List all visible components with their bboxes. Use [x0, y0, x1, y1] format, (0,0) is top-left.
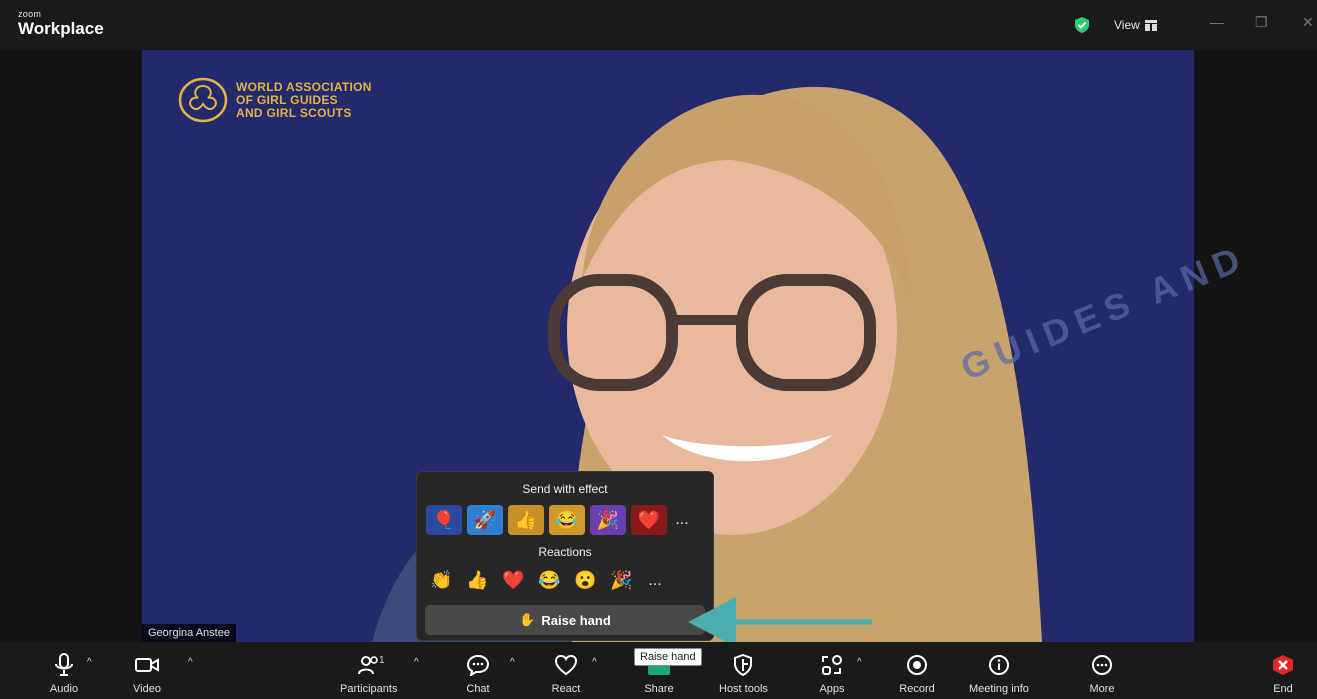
record-label: Record: [899, 683, 935, 695]
host-tools-button[interactable]: Host tools: [719, 642, 768, 699]
logo-line-2: OF GIRL GUIDES: [236, 92, 338, 107]
grid-view-icon: [1144, 19, 1157, 31]
end-button[interactable]: End: [1263, 642, 1303, 699]
chat-options-caret[interactable]: ^: [510, 657, 515, 668]
surprised-reaction-button[interactable]: 😮: [573, 568, 598, 593]
logo-text: WORLD ASSOCIATION OF GIRL GUIDES AND GIR…: [236, 79, 372, 120]
reactions-popup: Send with effect 🎈 🚀 👍 😂 🎉 ❤️ ... Reacti…: [416, 471, 714, 641]
video-button[interactable]: Video: [127, 642, 167, 699]
react-button[interactable]: React: [546, 642, 586, 699]
participants-label: Participants: [340, 683, 398, 695]
meeting-info-label: Meeting info: [969, 683, 1029, 695]
heart-effect-button[interactable]: ❤️: [631, 505, 667, 535]
react-label: React: [551, 683, 581, 695]
raise-hand-label: Raise hand: [541, 612, 611, 628]
reactions-row: 👏 👍 ❤️ 😂 😮 🎉 ...: [429, 568, 665, 593]
record-icon: [907, 655, 927, 675]
title-bar: zoom Workplace View — ❐ ✕: [0, 0, 1317, 50]
thumbs-up-effect-button[interactable]: 👍: [508, 505, 544, 535]
participant-count: 1: [379, 655, 385, 666]
video-options-caret[interactable]: ^: [188, 657, 193, 668]
more-label: More: [1089, 683, 1115, 695]
thumbs-up-reaction-button[interactable]: 👍: [465, 568, 490, 593]
react-options-caret[interactable]: ^: [592, 657, 597, 668]
view-button[interactable]: View: [1114, 18, 1157, 32]
end-label: End: [1273, 683, 1293, 695]
audio-button[interactable]: Audio: [44, 642, 84, 699]
wagggs-logo: WORLD ASSOCIATION OF GIRL GUIDES AND GIR…: [178, 77, 372, 123]
clap-reaction-button[interactable]: 👏: [429, 568, 454, 593]
shield-check-icon[interactable]: [1073, 16, 1091, 34]
party-effect-button[interactable]: 🎉: [590, 505, 626, 535]
participants-options-caret[interactable]: ^: [414, 657, 419, 668]
more-reactions-button[interactable]: ...: [645, 572, 665, 590]
microphone-icon: [55, 653, 73, 676]
brand-small: zoom: [18, 9, 42, 19]
restore-icon[interactable]: ❐: [1255, 14, 1268, 31]
balloon-effect-button[interactable]: 🎈: [426, 505, 462, 535]
apps-label: Apps: [819, 683, 845, 695]
logo-line-1: WORLD ASSOCIATION: [236, 79, 372, 94]
heart-outline-icon: [554, 654, 578, 676]
more-effects-button[interactable]: ...: [672, 511, 692, 529]
host-tools-label: Host tools: [719, 683, 768, 695]
record-button[interactable]: Record: [897, 642, 937, 699]
apps-options-caret[interactable]: ^: [857, 657, 862, 668]
info-icon: [988, 655, 1009, 675]
logo-line-3: AND GIRL SCOUTS: [236, 105, 352, 120]
raised-hand-icon: ✋: [519, 612, 536, 627]
laugh-reaction-button[interactable]: 😂: [537, 568, 562, 593]
audio-options-caret[interactable]: ^: [87, 657, 92, 668]
rocket-effect-button[interactable]: 🚀: [467, 505, 503, 535]
meeting-info-button[interactable]: Meeting info: [969, 642, 1029, 699]
apps-button[interactable]: Apps: [812, 642, 852, 699]
brand-title: Workplace: [18, 19, 104, 38]
participants-button[interactable]: Participants: [340, 642, 397, 699]
apps-icon: [822, 655, 842, 675]
video-camera-icon: [135, 658, 159, 672]
more-button[interactable]: More: [1082, 642, 1122, 699]
minimize-icon[interactable]: —: [1210, 14, 1224, 30]
end-icon: [1273, 655, 1293, 675]
raise-hand-button[interactable]: ✋ Raise hand: [425, 605, 705, 635]
participants-icon: [357, 656, 378, 675]
shield-icon: [734, 654, 753, 676]
heart-reaction-button[interactable]: ❤️: [501, 568, 526, 593]
trefoil-icon: [178, 77, 228, 123]
party-reaction-button[interactable]: 🎉: [609, 568, 634, 593]
send-with-effect-title: Send with effect: [522, 482, 608, 496]
participant-name-tag: Georgina Anstee: [142, 624, 236, 642]
effect-row: 🎈 🚀 👍 😂 🎉 ❤️ ...: [426, 505, 692, 535]
chat-label: Chat: [466, 683, 490, 695]
zoom-logo: zoom Workplace: [18, 9, 104, 38]
chat-icon: [466, 654, 490, 676]
pointer-arrow: [688, 597, 872, 647]
close-icon[interactable]: ✕: [1302, 14, 1314, 31]
share-label: Share: [644, 683, 674, 695]
raise-hand-tooltip: Raise hand: [634, 648, 702, 666]
video-label: Video: [133, 683, 161, 695]
laugh-effect-button[interactable]: 😂: [549, 505, 585, 535]
audio-label: Audio: [49, 683, 79, 695]
more-icon: [1092, 655, 1112, 675]
view-label: View: [1114, 18, 1140, 32]
chat-button[interactable]: Chat: [458, 642, 498, 699]
reactions-title: Reactions: [538, 545, 592, 559]
